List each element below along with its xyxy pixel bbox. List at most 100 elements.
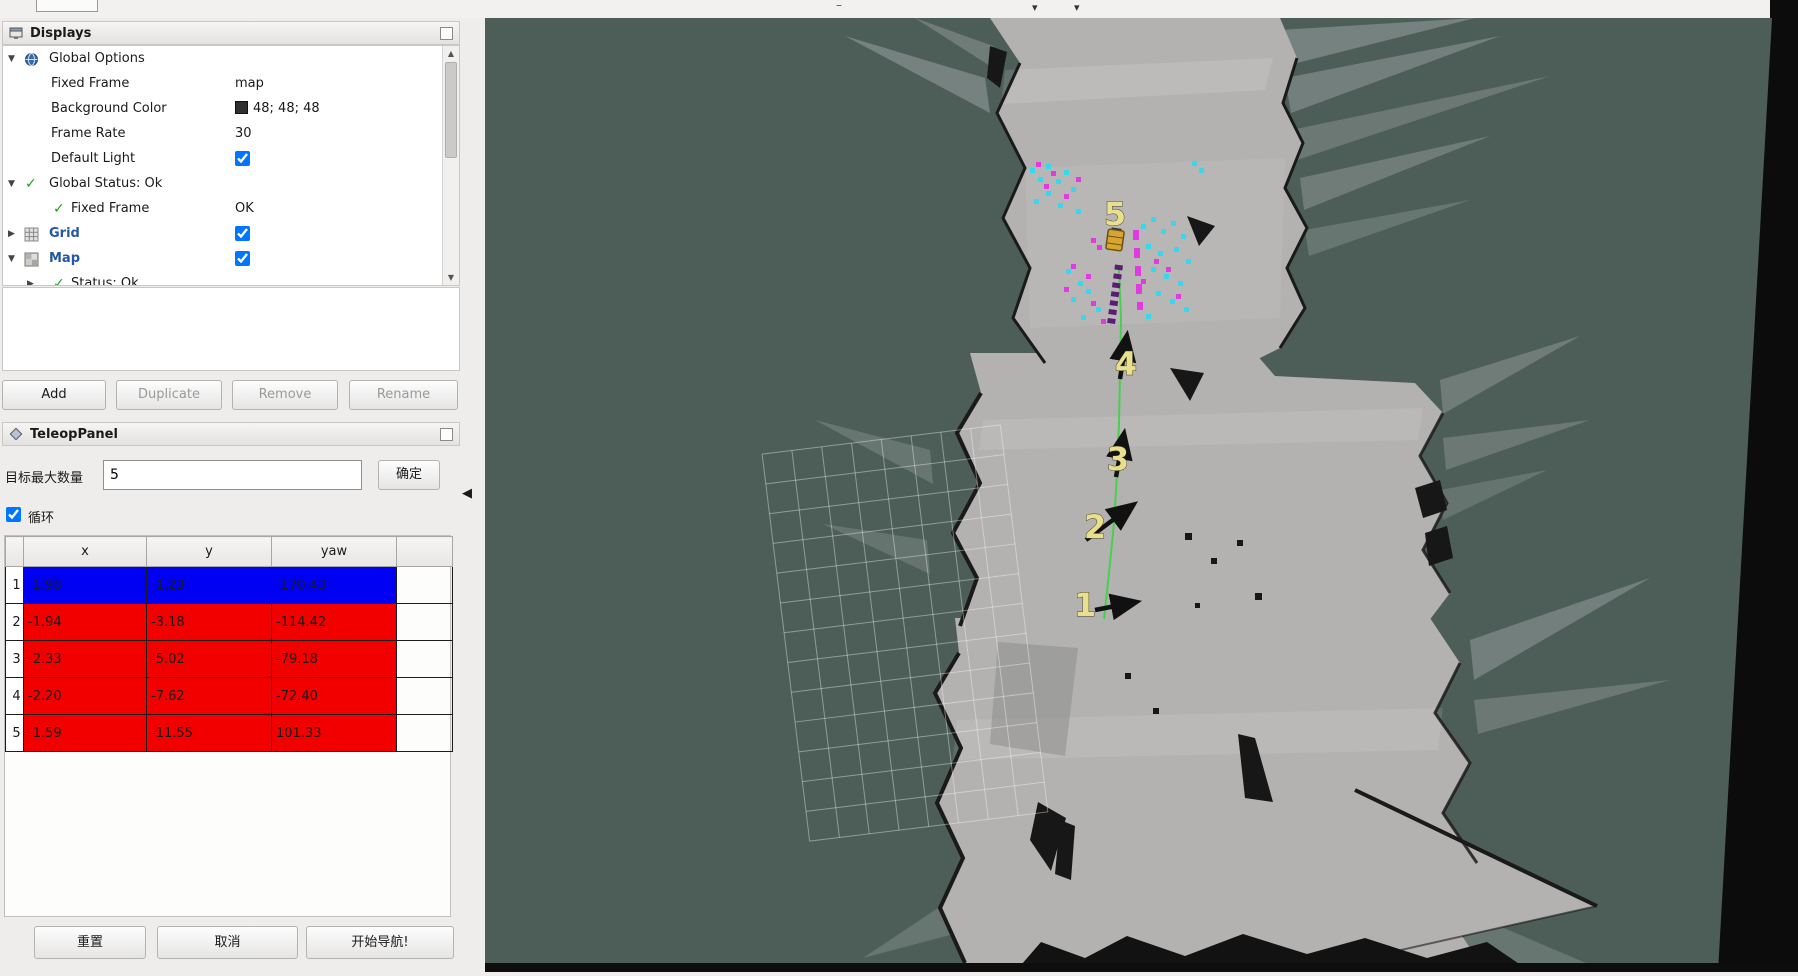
- panel-float-button[interactable]: [440, 428, 453, 441]
- waypoint-label-3: 3: [1107, 440, 1129, 478]
- tree-row-map[interactable]: ▼ Map: [3, 247, 441, 272]
- background-color-value[interactable]: 48; 48; 48: [235, 101, 320, 116]
- teleop-panel-titlebar[interactable]: TeleopPanel: [2, 422, 460, 446]
- tree-label: Default Light: [51, 151, 135, 166]
- toolbar-dropdown-caret-icon[interactable]: ▾: [1074, 1, 1080, 14]
- left-dock-panel: Displays ▼ Global Options Fixed Frame ma…: [0, 18, 485, 972]
- tree-row-grid[interactable]: ▶ Grid: [3, 222, 441, 247]
- header-yaw[interactable]: yaw: [272, 537, 397, 567]
- cell-y[interactable]: -11.55: [147, 715, 272, 752]
- cell-y[interactable]: -5.02: [147, 641, 272, 678]
- row-index: 2: [6, 604, 24, 641]
- cell-y[interactable]: -7.62: [147, 678, 272, 715]
- tree-label: Fixed Frame: [71, 201, 149, 216]
- toolbar-tab[interactable]: [36, 0, 98, 12]
- expand-arrow-icon[interactable]: ▶: [27, 279, 34, 286]
- occupancy-map[interactable]: 1 2 3 4 5: [485, 18, 1798, 972]
- tree-label: Global Status: Ok: [49, 176, 162, 191]
- panel-collapse-arrow-icon[interactable]: ◀: [462, 486, 472, 501]
- row-filler: [397, 678, 453, 715]
- bottom-dark-strip: [485, 963, 1798, 972]
- goal-row[interactable]: 1 -1.98 -1.23 -170.43: [6, 567, 453, 604]
- remove-display-button[interactable]: Remove: [232, 380, 338, 410]
- cell-yaw[interactable]: -114.42: [272, 604, 397, 641]
- confirm-button[interactable]: 确定: [378, 460, 440, 490]
- goal-table[interactable]: x y yaw 1 -1.98 -1.23 -170.43 2 -1.94 -3…: [5, 536, 453, 752]
- cell-x[interactable]: -2.33: [24, 641, 147, 678]
- display-description-box: [2, 287, 460, 371]
- cancel-button[interactable]: 取消: [157, 926, 298, 959]
- goal-row[interactable]: 5 -1.59 -11.55 101.33: [6, 715, 453, 752]
- status-ok-icon: ✓: [25, 176, 37, 192]
- cell-y[interactable]: -1.23: [147, 567, 272, 604]
- cell-yaw[interactable]: -170.43: [272, 567, 397, 604]
- tree-label: Status: Ok: [71, 276, 139, 286]
- tree-row-default-light[interactable]: Default Light: [3, 147, 441, 172]
- row-index: 4: [6, 678, 24, 715]
- row-filler: [397, 604, 453, 641]
- cell-x[interactable]: -1.59: [24, 715, 147, 752]
- row-filler: [397, 567, 453, 604]
- goal-count-input[interactable]: [103, 460, 362, 490]
- scroll-down-icon[interactable]: ▼: [443, 273, 459, 282]
- cell-x[interactable]: -1.98: [24, 567, 147, 604]
- cell-x[interactable]: -1.94: [24, 604, 147, 641]
- expand-arrow-icon[interactable]: ▼: [8, 54, 15, 64]
- cell-y[interactable]: -3.18: [147, 604, 272, 641]
- scrollbar-thumb[interactable]: [445, 62, 457, 158]
- tree-label: Frame Rate: [51, 126, 125, 141]
- grid-enabled-checkbox[interactable]: [235, 226, 250, 241]
- goal-row[interactable]: 3 -2.33 -5.02 -79.18: [6, 641, 453, 678]
- fixed-frame-value[interactable]: map: [235, 76, 264, 91]
- default-light-checkbox[interactable]: [235, 151, 250, 166]
- panel-float-button[interactable]: [440, 27, 453, 40]
- status-ok-icon: ✓: [53, 276, 65, 286]
- cell-yaw[interactable]: -72.40: [272, 678, 397, 715]
- goal-count-label: 目标最大数量: [5, 467, 83, 486]
- displays-panel-titlebar[interactable]: Displays: [2, 21, 460, 45]
- frame-rate-value[interactable]: 30: [235, 126, 252, 141]
- row-filler: [397, 641, 453, 678]
- cell-yaw[interactable]: 101.33: [272, 715, 397, 752]
- global-options-icon: [24, 52, 39, 67]
- reset-button[interactable]: 重置: [34, 926, 146, 959]
- rename-display-button[interactable]: Rename: [349, 380, 458, 410]
- loop-checkbox[interactable]: [6, 507, 21, 522]
- grid-display-icon: [24, 227, 39, 242]
- toolbar-dash-icon: –: [836, 0, 842, 12]
- goal-row[interactable]: 4 -2.20 -7.62 -72.40: [6, 678, 453, 715]
- tree-row-global-options[interactable]: ▼ Global Options: [3, 47, 441, 72]
- add-display-button[interactable]: Add: [2, 380, 106, 410]
- row-index: 1: [6, 567, 24, 604]
- tree-row-fixed-frame[interactable]: Fixed Frame map: [3, 72, 441, 97]
- header-y[interactable]: y: [147, 537, 272, 567]
- teleop-panel-icon: [9, 427, 24, 442]
- cell-yaw[interactable]: -79.18: [272, 641, 397, 678]
- tree-label: Fixed Frame: [51, 76, 129, 91]
- rviz-3d-view[interactable]: 1 2 3 4 5: [485, 18, 1798, 972]
- displays-tree[interactable]: ▼ Global Options Fixed Frame map Backgro…: [2, 45, 460, 286]
- tree-row-global-status[interactable]: ▼ ✓ Global Status: Ok: [3, 172, 441, 197]
- fixed-frame-status-value: OK: [235, 201, 254, 216]
- expand-arrow-icon[interactable]: ▶: [8, 229, 15, 239]
- tree-row-status-fixed-frame[interactable]: ✓ Fixed Frame OK: [3, 197, 441, 222]
- tree-row-frame-rate[interactable]: Frame Rate 30: [3, 122, 441, 147]
- goal-table-header-row: x y yaw: [6, 537, 453, 567]
- expand-arrow-icon[interactable]: ▼: [8, 254, 15, 264]
- color-swatch: [235, 101, 248, 114]
- map-enabled-checkbox[interactable]: [235, 251, 250, 266]
- toolbar-dropdown-caret-icon[interactable]: ▾: [1032, 1, 1038, 14]
- start-navigation-button[interactable]: 开始导航!: [306, 926, 454, 959]
- map-display-icon: [24, 252, 39, 267]
- cell-x[interactable]: -2.20: [24, 678, 147, 715]
- tree-label: Background Color: [51, 101, 167, 116]
- tree-row-map-status-clipped[interactable]: ▶ ✓ Status: Ok: [3, 272, 441, 286]
- goal-row[interactable]: 2 -1.94 -3.18 -114.42: [6, 604, 453, 641]
- duplicate-display-button[interactable]: Duplicate: [116, 380, 222, 410]
- waypoint-label-4: 4: [1115, 345, 1137, 383]
- tree-row-background-color[interactable]: Background Color 48; 48; 48: [3, 97, 441, 122]
- scroll-up-icon[interactable]: ▲: [443, 49, 459, 58]
- header-x[interactable]: x: [24, 537, 147, 567]
- expand-arrow-icon[interactable]: ▼: [8, 179, 15, 189]
- tree-scrollbar[interactable]: ▲ ▼: [442, 46, 459, 285]
